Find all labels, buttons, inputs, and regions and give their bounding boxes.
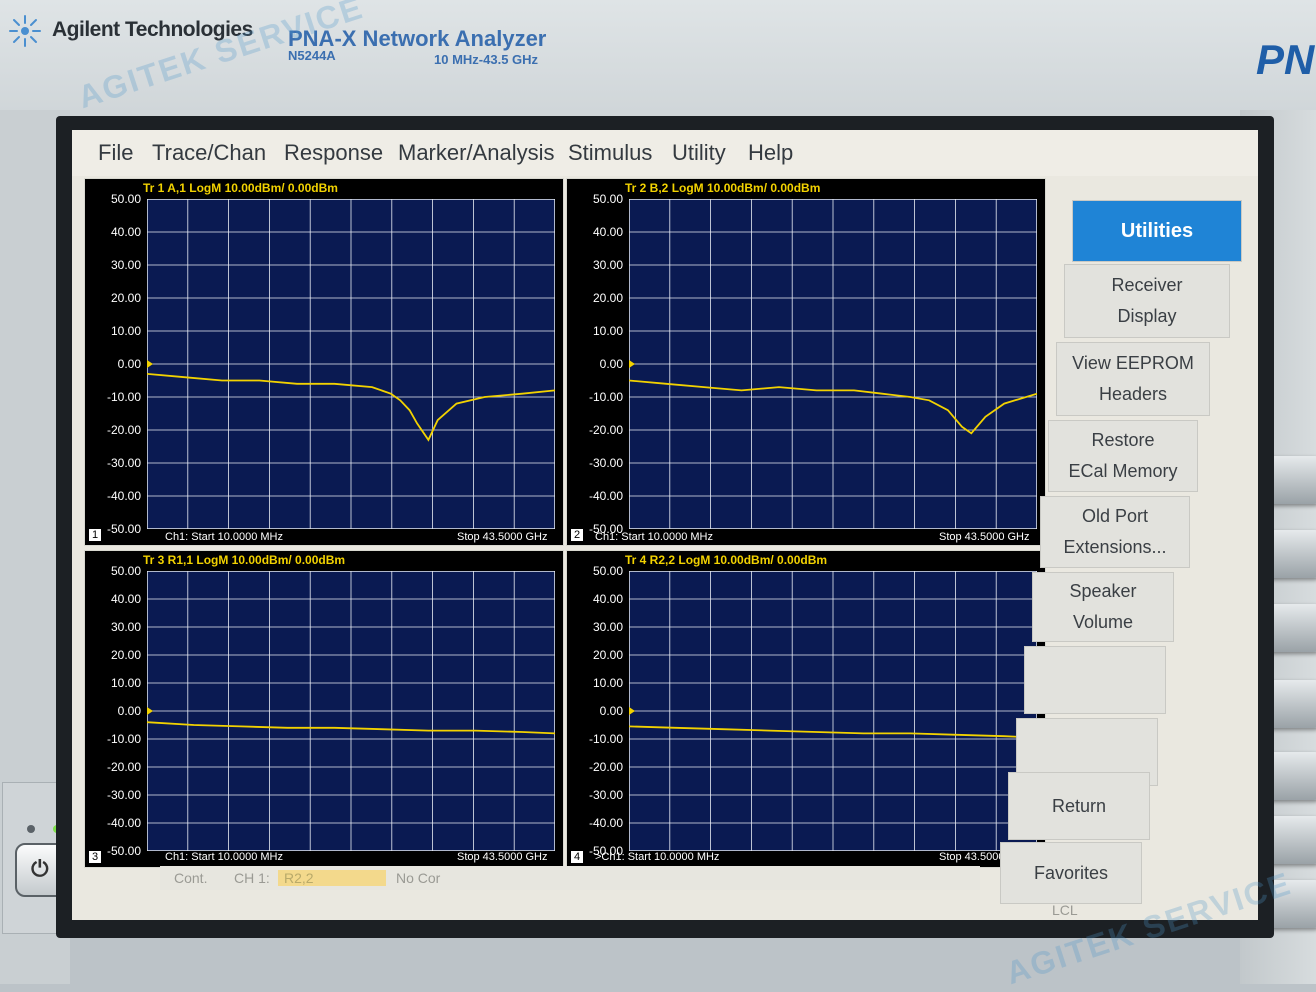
softkey-old-port-extensions[interactable]: Old Port Extensions... — [1040, 496, 1190, 568]
y-tick-label: -50.00 — [106, 522, 141, 536]
softkey-return[interactable]: Return — [1008, 772, 1150, 840]
agilent-spark-logo — [9, 15, 41, 47]
softkey-receiver-display[interactable]: Receiver Display — [1064, 264, 1230, 338]
y-tick-label: 0.00 — [117, 704, 141, 718]
y-tick-label: -30.00 — [106, 788, 141, 802]
standby-led — [27, 825, 35, 833]
remote-status: LCL — [1052, 902, 1078, 918]
frequency-range: 10 MHz-43.5 GHz — [434, 52, 539, 67]
analyzer-display: File Trace/Chan Response Marker/Analysis… — [72, 130, 1258, 920]
menu-marker-analysis[interactable]: Marker/Analysis — [398, 140, 554, 166]
y-tick-label: -40.00 — [106, 489, 141, 503]
softkey-speaker-volume[interactable]: Speaker Volume — [1032, 572, 1174, 642]
y-tick-label: -40.00 — [588, 489, 623, 503]
trace-title: Tr 1 A,1 LogM 10.00dBm/ 0.00dBm — [143, 181, 338, 195]
y-tick-label: 10.00 — [592, 324, 623, 338]
stop-frequency: Stop 43.5000 GHz — [457, 531, 548, 543]
model-corner-text: PN — [1256, 36, 1315, 83]
y-tick-label: -40.00 — [106, 816, 141, 830]
trace-plot — [147, 571, 555, 851]
y-tick-label: 30.00 — [592, 258, 623, 272]
y-tick-label: -30.00 — [588, 788, 623, 802]
y-tick-label: 20.00 — [592, 291, 623, 305]
y-tick-label: -10.00 — [588, 390, 623, 404]
stop-frequency: Stop 43.5000 GHz — [457, 851, 548, 863]
y-tick-label: 20.00 — [110, 648, 141, 662]
y-tick-label: 30.00 — [110, 258, 141, 272]
model-number: N5244A — [288, 48, 336, 63]
softkey-utilities[interactable]: Utilities — [1072, 200, 1242, 262]
softkey-view-eeprom-headers[interactable]: View EEPROM Headers — [1056, 342, 1210, 416]
y-tick-label: -50.00 — [106, 844, 141, 858]
softkey-blank-1[interactable] — [1024, 646, 1166, 714]
y-tick-label: -20.00 — [588, 760, 623, 774]
menu-utility[interactable]: Utility — [672, 140, 726, 166]
y-tick-label: 50.00 — [110, 564, 141, 578]
y-tick-label: 0.00 — [117, 357, 141, 371]
y-tick-label: 30.00 — [110, 620, 141, 634]
y-tick-label: -10.00 — [106, 390, 141, 404]
trace-window-1[interactable]: Tr 1 A,1 LogM 10.00dBm/ 0.00dBm 1 Ch1: S… — [84, 178, 564, 546]
start-frequency: Ch1: Start 10.0000 MHz — [165, 851, 284, 863]
y-tick-label: -30.00 — [106, 456, 141, 470]
trace-window-3[interactable]: Tr 3 R1,1 LogM 10.00dBm/ 0.00dBm 3 Ch1: … — [84, 550, 564, 868]
y-tick-label: 10.00 — [110, 324, 141, 338]
y-tick-label: 50.00 — [110, 192, 141, 206]
trace-plot — [629, 199, 1037, 529]
y-tick-label: 40.00 — [110, 592, 141, 606]
trace-title: Tr 3 R1,1 LogM 10.00dBm/ 0.00dBm — [143, 553, 346, 567]
y-tick-label: 30.00 — [592, 620, 623, 634]
menu-file[interactable]: File — [98, 140, 133, 166]
y-tick-label: 10.00 — [110, 676, 141, 690]
menu-trace-chan[interactable]: Trace/Chan — [152, 140, 266, 166]
trace-plot — [147, 199, 555, 529]
start-frequency: Ch1: Start 10.0000 MHz — [165, 531, 284, 543]
stop-frequency: Stop 43.5000 GHz — [939, 531, 1030, 543]
sweep-mode: Cont. — [174, 870, 208, 886]
y-tick-label: 0.00 — [599, 357, 623, 371]
y-tick-label: -50.00 — [588, 522, 623, 536]
menu-response[interactable]: Response — [284, 140, 383, 166]
y-tick-label: 40.00 — [110, 225, 141, 239]
y-tick-label: 20.00 — [592, 648, 623, 662]
y-tick-label: -30.00 — [588, 456, 623, 470]
active-receiver: R2,2 — [278, 870, 386, 886]
trace-window-2[interactable]: Tr 2 B,2 LogM 10.00dBm/ 0.00dBm 2 Ch1: S… — [566, 178, 1046, 546]
correction-status: No Cor — [396, 870, 441, 886]
menu-stimulus[interactable]: Stimulus — [568, 140, 652, 166]
active-channel: CH 1: — [234, 870, 270, 886]
y-tick-label: 40.00 — [592, 592, 623, 606]
y-tick-label: -50.00 — [588, 844, 623, 858]
y-tick-label: 20.00 — [110, 291, 141, 305]
trace-title: Tr 4 R2,2 LogM 10.00dBm/ 0.00dBm — [625, 553, 828, 567]
menu-bar: File Trace/Chan Response Marker/Analysis… — [72, 130, 1258, 176]
y-tick-label: 50.00 — [592, 192, 623, 206]
trace-window-4[interactable]: Tr 4 R2,2 LogM 10.00dBm/ 0.00dBm 4 >Ch1:… — [566, 550, 1046, 868]
softkey-favorites[interactable]: Favorites — [1000, 842, 1142, 904]
y-tick-label: 0.00 — [599, 704, 623, 718]
y-tick-label: -20.00 — [588, 423, 623, 437]
trace-title: Tr 2 B,2 LogM 10.00dBm/ 0.00dBm — [625, 181, 821, 195]
status-bar: Cont. CH 1: R2,2 No Cor — [160, 866, 980, 890]
y-tick-label: 50.00 — [592, 564, 623, 578]
y-tick-label: -20.00 — [106, 423, 141, 437]
softkey-restore-ecal-memory[interactable]: Restore ECal Memory — [1048, 420, 1198, 492]
y-tick-label: 10.00 — [592, 676, 623, 690]
y-tick-label: -40.00 — [588, 816, 623, 830]
y-tick-label: -10.00 — [106, 732, 141, 746]
y-tick-label: 40.00 — [592, 225, 623, 239]
trace-plot — [629, 571, 1037, 851]
menu-help[interactable]: Help — [748, 140, 793, 166]
y-tick-label: -10.00 — [588, 732, 623, 746]
y-tick-label: -20.00 — [106, 760, 141, 774]
